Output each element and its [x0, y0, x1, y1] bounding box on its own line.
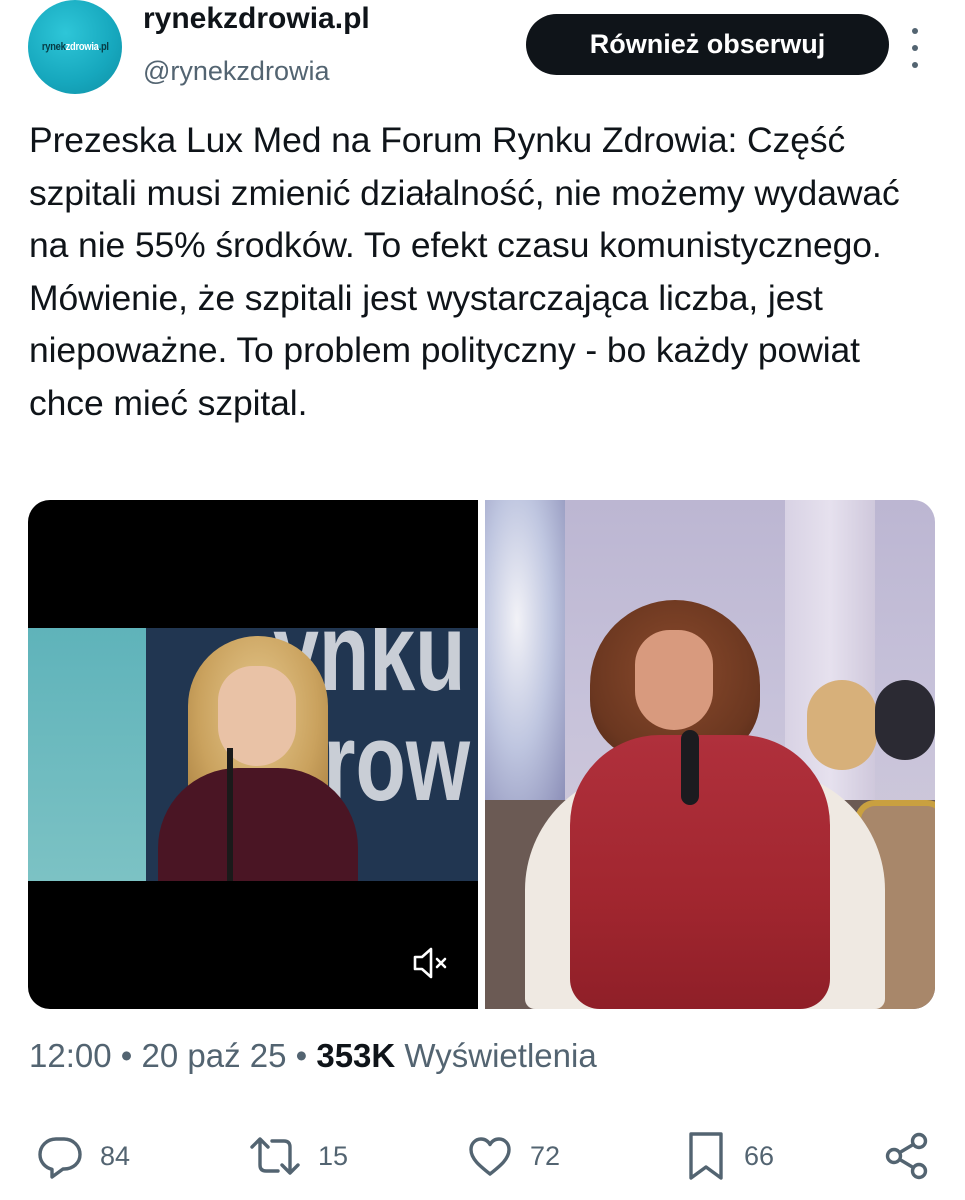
like-button[interactable]: 72 — [466, 1124, 560, 1188]
tweet-meta: 12:00 • 20 paź 25 • 353K Wyświetlenia — [29, 1037, 597, 1075]
author-handle[interactable]: @rynekzdrowia — [143, 56, 329, 87]
views-label: Wyświetlenia — [395, 1037, 597, 1074]
comment-icon — [38, 1137, 82, 1179]
avatar-logo: rynekzdrowia.pl — [41, 41, 109, 53]
bookmark-icon — [689, 1132, 723, 1180]
tweet-text: Prezeska Lux Med na Forum Rynku Zdrowia:… — [29, 120, 900, 423]
repost-icon — [250, 1137, 300, 1175]
tweet-time[interactable]: 12:00 — [29, 1037, 112, 1074]
video-frame: ynku drow — [28, 628, 478, 881]
follow-back-button[interactable]: Również obserwuj — [526, 14, 889, 75]
reply-count: 84 — [100, 1140, 131, 1171]
video-player[interactable]: ynku drow — [28, 500, 478, 1009]
tweet-header: rynekzdrowia.pl rynekzdrowia.pl @rynekzd… — [0, 0, 965, 110]
repost-count: 15 — [318, 1140, 349, 1171]
share-icon — [885, 1132, 928, 1180]
speaker-muted-icon[interactable] — [411, 945, 451, 981]
photo[interactable] — [485, 500, 935, 1009]
reply-button[interactable]: 84 — [36, 1124, 130, 1188]
meta-separator: • — [286, 1037, 317, 1074]
more-vertical-icon[interactable] — [905, 28, 925, 68]
media-grid: ynku drow — [28, 500, 935, 1009]
repost-button[interactable]: 15 — [248, 1124, 348, 1188]
views-count: 353K — [316, 1037, 396, 1074]
like-count: 72 — [530, 1140, 561, 1171]
author-display-name[interactable]: rynekzdrowia.pl — [143, 2, 370, 36]
avatar[interactable]: rynekzdrowia.pl — [28, 0, 122, 94]
heart-icon — [469, 1137, 511, 1176]
action-bar: 84 15 72 66 — [0, 1124, 965, 1188]
share-button[interactable] — [882, 1124, 932, 1188]
tweet-date[interactable]: 20 paź 25 — [141, 1037, 286, 1074]
bookmark-button[interactable]: 66 — [684, 1124, 774, 1188]
meta-separator: • — [111, 1037, 142, 1074]
bookmark-count: 66 — [744, 1140, 775, 1171]
